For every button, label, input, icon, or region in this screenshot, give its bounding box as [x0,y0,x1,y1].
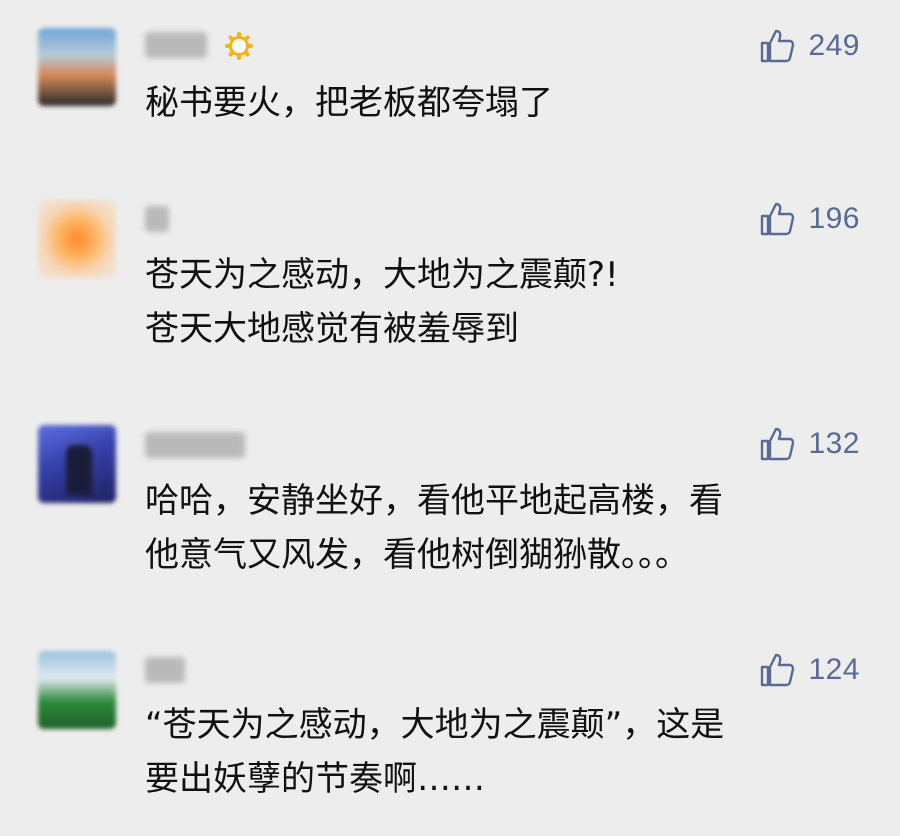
comment-line: 秘书要火，把老板都夸塌了 [145,83,553,123]
avatar[interactable] [38,425,116,503]
comment-text: 哈哈，安静坐好，看他平地起高楼，看 他意气又风发，看他树倒猢狲散。。。 [145,474,865,582]
like-count: 249 [808,29,860,62]
like-button[interactable]: 132 [758,424,860,464]
comment-line: 苍天大地感觉有被羞辱到 [145,309,519,349]
comment-text: “苍天为之感动，大地为之震颠”，这是 要出妖孽的节奏啊…… [145,698,865,806]
avatar[interactable] [38,28,116,106]
comment-line: “苍天为之感动，大地为之震颠”，这是 [145,705,725,745]
avatar[interactable] [38,651,116,729]
thumbs-up-icon [761,202,795,236]
comment-line: 哈哈，安静坐好，看他平地起高楼，看 [145,481,723,521]
comment-text: 秘书要火，把老板都夸塌了 [145,76,865,130]
username[interactable] [145,432,245,458]
avatar[interactable] [38,200,116,278]
thumbs-up-icon [761,427,795,461]
comment-line: 要出妖孽的节奏啊…… [145,759,485,799]
username[interactable] [145,206,169,232]
thumbs-up-icon [761,29,795,63]
username[interactable] [145,657,185,683]
sun-icon [225,32,253,60]
like-button[interactable]: 249 [758,26,860,66]
like-button[interactable]: 124 [758,650,860,690]
username[interactable] [145,32,207,58]
comment-line: 他意气又风发，看他树倒猢狲散。。。 [145,535,689,575]
thumbs-up-icon [761,653,795,687]
like-button[interactable]: 196 [758,199,860,239]
like-count: 132 [808,427,860,460]
like-count: 124 [808,653,860,686]
comment-text: 苍天为之感动，大地为之震颠?! 苍天大地感觉有被羞辱到 [145,248,865,356]
comment-line: 苍天为之感动，大地为之震颠?! [145,255,619,295]
like-count: 196 [808,202,860,235]
